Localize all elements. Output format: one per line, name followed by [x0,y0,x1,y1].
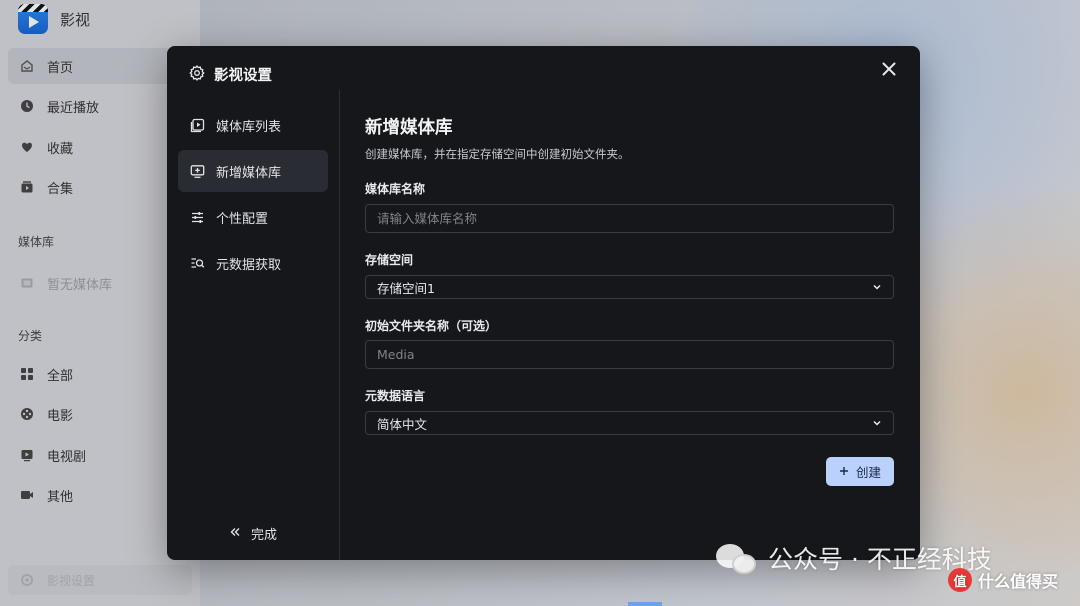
done-button[interactable]: 完成 [229,524,277,543]
library-name-label: 媒体库名称 [365,182,426,196]
library-name-input[interactable] [365,204,894,233]
zdm-watermark: 值 什么值得买 [948,568,1058,592]
create-button[interactable]: 创建 [826,457,894,486]
language-select-value: 简体中文 [377,416,428,432]
tab-label: 个性配置 [216,211,269,227]
tab-metadata[interactable]: 元数据获取 [178,242,328,284]
gear-icon [189,64,205,85]
storage-select-value: 存储空间1 [377,280,435,296]
modal-header: 影视设置 [189,64,272,85]
folder-name-label: 初始文件夹名称（可选） [365,319,498,333]
form-heading: 新增媒体库 [365,118,453,138]
modal-divider [339,90,340,560]
metadata-language-label: 元数据语言 [365,389,426,403]
tab-add-library[interactable]: 新增媒体库 [178,150,328,192]
tab-library-list[interactable]: 媒体库列表 [178,104,328,146]
storage-label: 存储空间 [365,253,414,267]
wechat-logo-icon [716,540,760,576]
close-button[interactable] [878,58,900,80]
settings-modal: 影视设置 媒体库列表 新增媒体库 个性配置 元数据获取 完成 新增媒体库 创建媒… [167,46,920,560]
sliders-icon [189,209,205,225]
chevron-down-icon [872,416,882,431]
tab-label: 媒体库列表 [216,119,282,135]
zdm-text: 什么值得买 [978,572,1059,591]
close-icon [882,62,896,76]
modal-title: 影视设置 [214,68,272,84]
storage-select[interactable]: 存储空间1 [365,275,894,299]
double-chevron-left-icon [229,526,241,542]
add-library-icon [189,163,205,179]
plus-icon [839,464,849,479]
chevron-down-icon [872,280,882,295]
form-description: 创建媒体库，并在指定存储空间中创建初始文件夹。 [365,147,630,161]
metadata-search-icon [189,255,205,271]
zdm-badge-icon: 值 [948,568,972,592]
tab-personal-config[interactable]: 个性配置 [178,196,328,238]
library-list-icon [189,117,205,133]
done-label: 完成 [251,528,278,543]
folder-name-input[interactable] [365,340,894,369]
tab-label: 元数据获取 [216,257,282,273]
tab-label: 新增媒体库 [216,165,282,181]
metadata-language-select[interactable]: 简体中文 [365,411,894,435]
create-label: 创建 [855,465,881,480]
bottom-indicator [628,602,662,606]
